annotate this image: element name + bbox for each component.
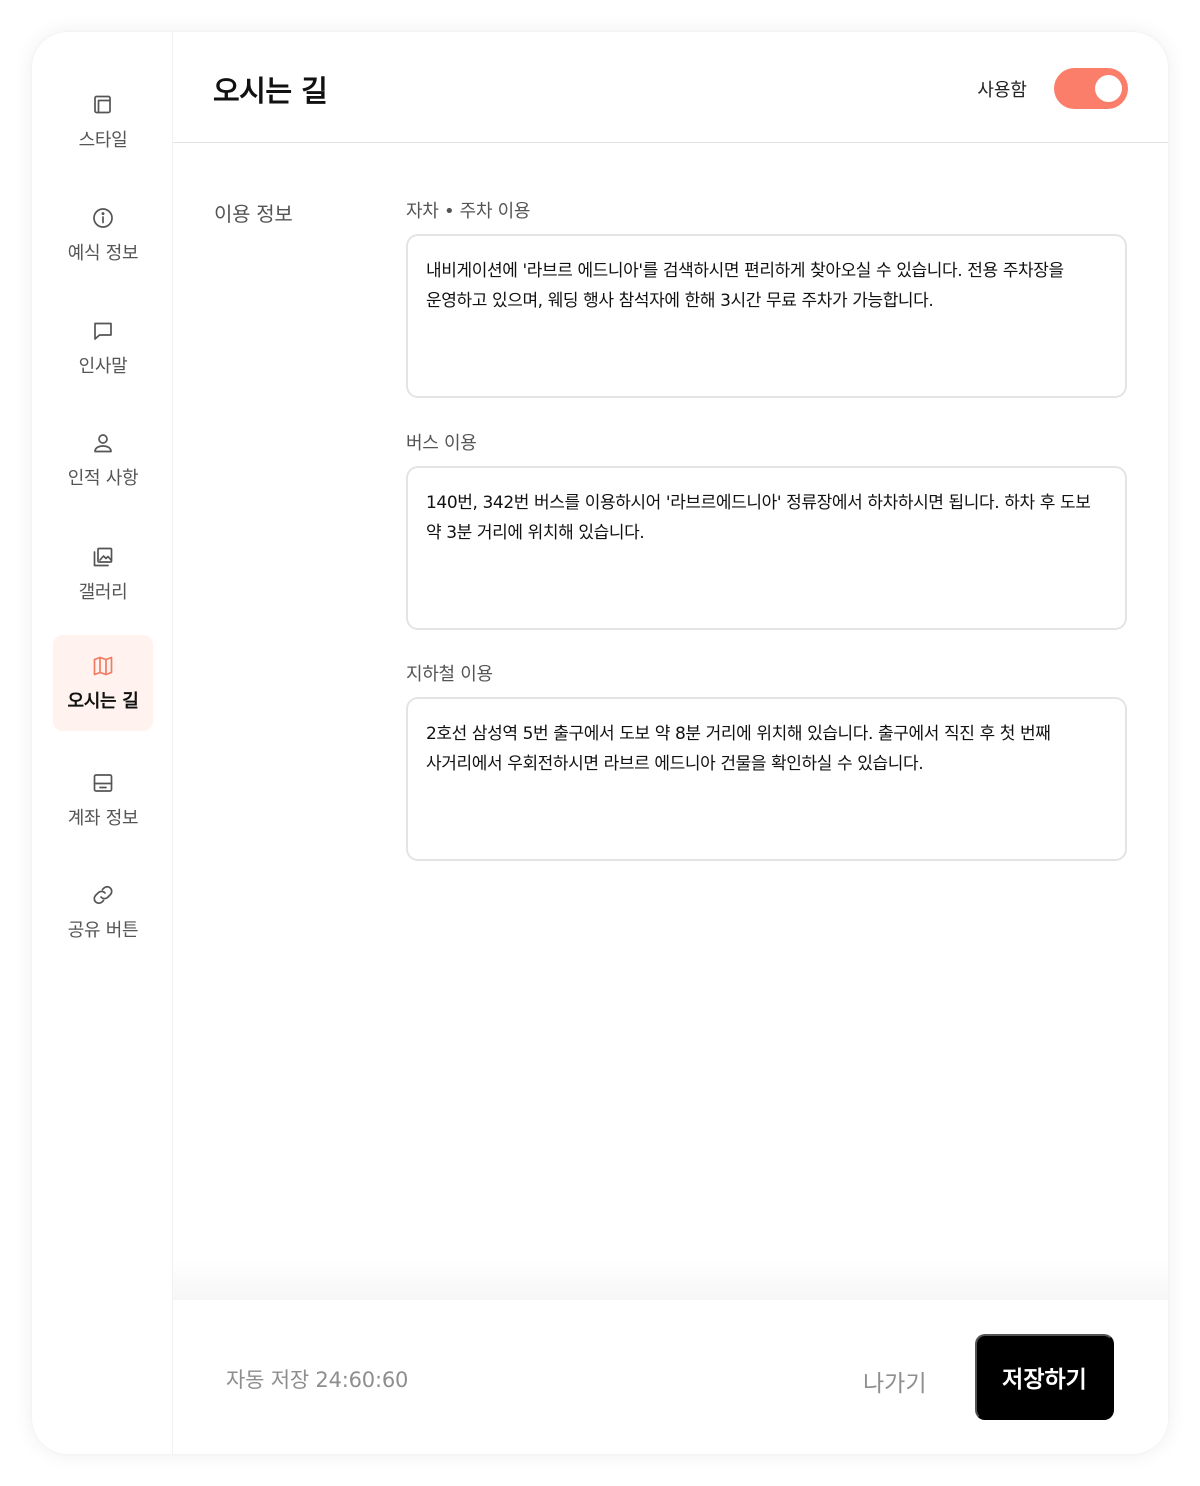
footer: 자동 저장 24:60:60 나가기 저장하기 [173,1300,1168,1454]
bus-textarea[interactable]: 140번, 342번 버스를 이용하시어 '라브르에드니아' 정류장에서 하차하… [406,466,1127,630]
message-icon [90,318,116,344]
gallery-icon [90,544,116,570]
sidebar-item-gallery[interactable]: 갤러리 [53,526,153,622]
person-icon [90,430,116,456]
sidebar-item-ceremony-info[interactable]: 예식 정보 [53,187,153,283]
subway-textarea[interactable]: 2호선 삼성역 5번 출구에서 도보 약 8분 거리에 위치해 있습니다. 출구… [406,697,1127,861]
sidebar-item-label: 계좌 정보 [67,808,139,829]
sidebar-item-style[interactable]: 스타일 [53,74,153,170]
sidebar-item-label: 인적 사항 [67,468,139,489]
account-icon [90,770,116,796]
page-title: 오시는 길 [213,74,328,108]
car-parking-textarea[interactable]: 내비게이션에 '라브르 에드니아'를 검색하시면 편리하게 찾아오실 수 있습니… [406,234,1127,398]
style-icon [90,92,116,118]
sidebar: 스타일 예식 정보 인사말 인적 사항 갤러리 오시는 길 계좌 정보 공유 버… [32,32,173,1454]
header: 오시는 길 사용함 [173,32,1168,143]
enable-toggle[interactable] [1054,68,1128,109]
toggle-knob [1095,75,1122,102]
sidebar-item-greeting[interactable]: 인사말 [53,300,153,396]
subway-label: 지하철 이용 [406,664,493,685]
info-icon [90,205,116,231]
car-parking-label: 자차 • 주차 이용 [406,201,531,222]
footer-shadow [173,1260,1168,1300]
section-label: 이용 정보 [214,202,293,226]
sidebar-item-label: 예식 정보 [67,243,139,264]
link-icon [90,882,116,908]
toggle-label: 사용함 [977,80,1027,101]
sidebar-item-personal-info[interactable]: 인적 사항 [53,412,153,508]
sidebar-item-label: 인사말 [78,356,128,377]
sidebar-item-label: 오시는 길 [67,691,139,712]
sidebar-item-label: 스타일 [78,130,128,151]
sidebar-item-directions[interactable]: 오시는 길 [53,635,153,731]
sidebar-item-account-info[interactable]: 계좌 정보 [53,752,153,848]
sidebar-item-share-button[interactable]: 공유 버튼 [53,864,153,960]
sidebar-item-label: 갤러리 [78,582,128,603]
sidebar-item-label: 공유 버튼 [67,920,139,941]
bus-label: 버스 이용 [406,433,477,454]
map-icon [90,653,116,679]
editor-card: 스타일 예식 정보 인사말 인적 사항 갤러리 오시는 길 계좌 정보 공유 버… [32,32,1168,1454]
exit-button[interactable]: 나가기 [863,1364,926,1398]
autosave-status: 자동 저장 24:60:60 [226,1368,409,1392]
save-button[interactable]: 저장하기 [975,1334,1114,1420]
